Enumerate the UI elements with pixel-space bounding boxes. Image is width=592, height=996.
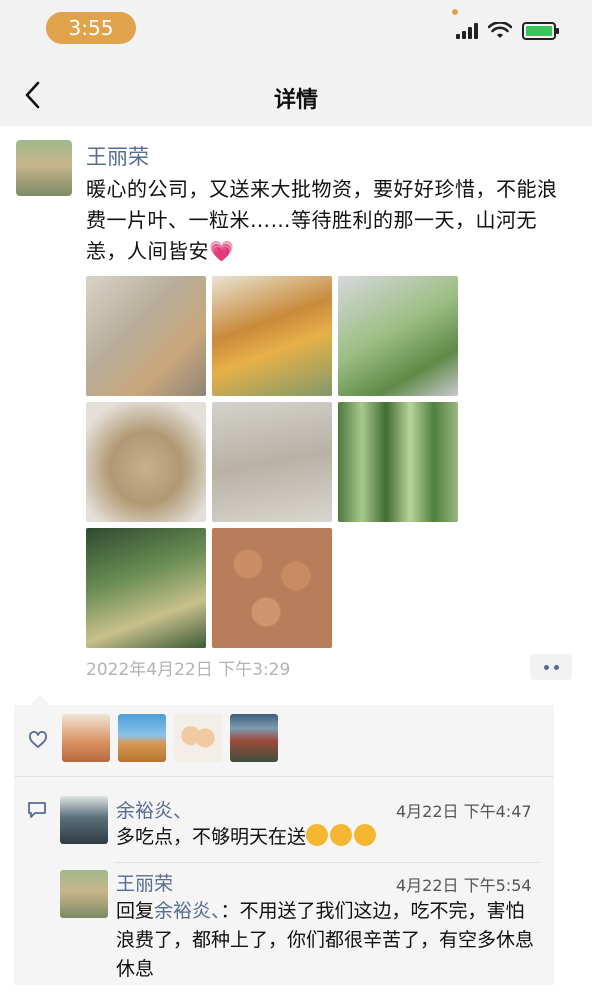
photo-eggs[interactable] xyxy=(212,528,332,648)
photo-celery[interactable] xyxy=(338,402,458,522)
heart-emoji-icon: 💗 xyxy=(209,239,235,263)
post-text: 暖心的公司，又送来大批物资，要好好珍惜，不能浪费一片叶、一粒米……等待胜利的那一… xyxy=(86,174,570,267)
comment-author[interactable]: 王丽荣 xyxy=(116,869,173,896)
signal-icon xyxy=(456,23,478,39)
heart-icon xyxy=(29,731,47,748)
wifi-icon xyxy=(488,22,512,38)
angry-emoji-icon xyxy=(354,824,377,846)
panel-divider xyxy=(14,776,554,777)
comment-body: 多吃点，不够明天在送 xyxy=(116,826,307,848)
author-avatar[interactable] xyxy=(16,140,72,196)
comment-divider xyxy=(114,862,540,863)
commenter-avatar[interactable] xyxy=(60,870,108,918)
angry-emoji-icon xyxy=(306,824,329,846)
angry-emoji-icon xyxy=(330,824,353,846)
photo-bok-choy[interactable] xyxy=(338,276,458,396)
nav-bar: 详情 xyxy=(0,64,592,126)
status-bar: 3:55 xyxy=(0,0,592,64)
photo-bread[interactable] xyxy=(86,402,206,522)
reply-to-name[interactable]: 余裕炎、 xyxy=(154,900,221,922)
liker-avatar[interactable] xyxy=(174,714,222,762)
photo-rice-bag[interactable] xyxy=(212,402,332,522)
photo-vegetables-bags[interactable] xyxy=(86,276,206,396)
post-author[interactable]: 王丽荣 xyxy=(86,141,149,171)
page-title: 详情 xyxy=(273,88,318,113)
commenter-avatar[interactable] xyxy=(60,796,108,844)
liker-avatar[interactable] xyxy=(62,714,110,762)
photo-green-onions[interactable] xyxy=(86,528,206,648)
reply-prefix: 回复 xyxy=(116,900,155,922)
comment-time: 4月22日 下午4:47 xyxy=(396,802,532,821)
status-time: 3:55 xyxy=(46,12,136,44)
post-timestamp: 2022年4月22日 下午3:29 xyxy=(86,660,291,680)
comment-author[interactable]: 余裕炎、 xyxy=(116,796,192,823)
comment-text[interactable]: 回复余裕炎、：不用送了我们这边，吃不完，害怕浪费了，都种上了，你们都很辛苦了，有… xyxy=(116,897,540,984)
more-actions-button[interactable] xyxy=(530,654,572,680)
status-icons xyxy=(456,22,559,40)
privacy-indicator-dot xyxy=(452,9,458,15)
comment-time: 4月22日 下午5:54 xyxy=(396,876,532,895)
post-body: 暖心的公司，又送来大批物资，要好好珍惜，不能浪费一片叶、一粒米……等待胜利的那一… xyxy=(86,177,558,263)
comment-text[interactable]: 多吃点，不够明天在送 xyxy=(116,823,540,852)
photo-cooking-oil[interactable] xyxy=(212,276,332,396)
like-avatars xyxy=(62,714,278,762)
panel-pointer xyxy=(30,695,50,705)
liker-avatar[interactable] xyxy=(118,714,166,762)
photo-grid xyxy=(86,276,458,648)
liker-avatar[interactable] xyxy=(230,714,278,762)
comment-icon xyxy=(28,802,46,818)
battery-icon xyxy=(522,22,559,40)
